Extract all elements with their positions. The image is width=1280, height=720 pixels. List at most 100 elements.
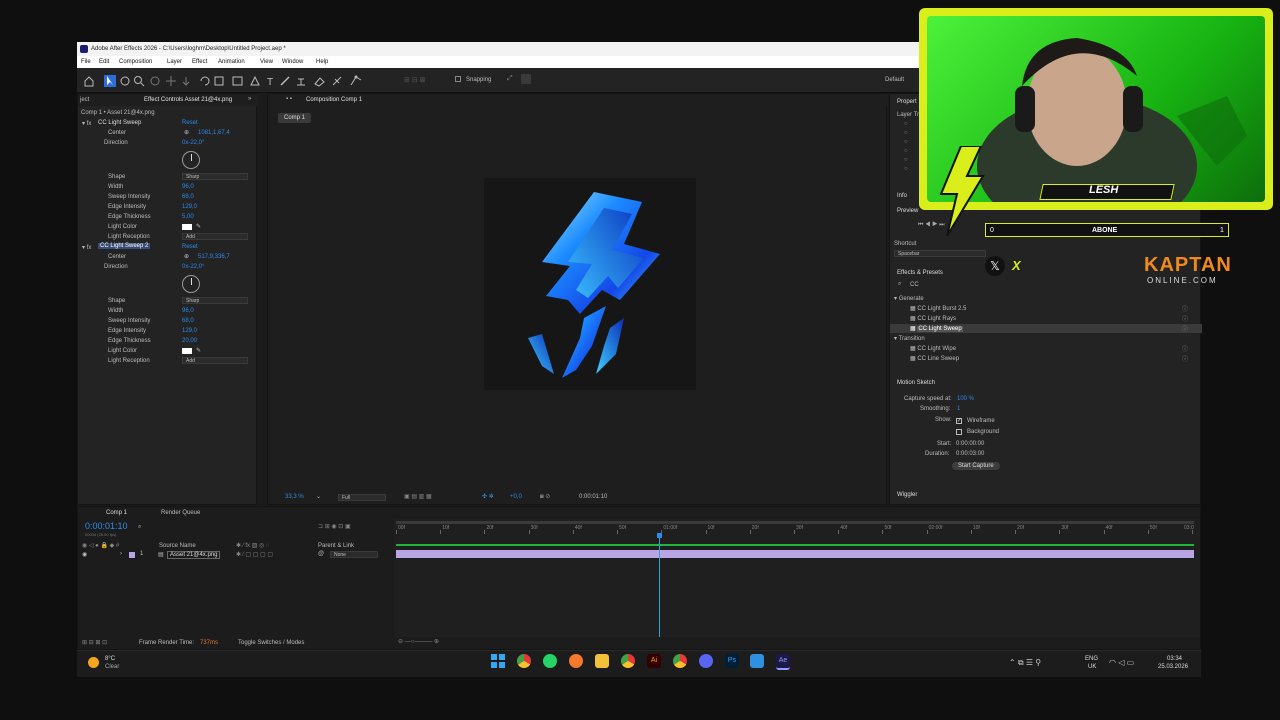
home-icon[interactable] — [84, 76, 94, 87]
layer-label-color[interactable] — [129, 552, 135, 558]
menu-edit[interactable]: Edit — [99, 59, 109, 65]
wiggler-header[interactable]: Wiggler — [897, 492, 917, 498]
effect-name[interactable]: CC Light Sweep — [98, 120, 141, 126]
color-channel-icon[interactable]: ✣ ✲ — [482, 493, 494, 500]
group-generate[interactable]: ▾ Generate — [894, 295, 924, 302]
eyedropper-icon[interactable]: ✎ — [196, 223, 201, 230]
zoom-chevron-icon[interactable]: ⌄ — [316, 493, 321, 500]
clock-date[interactable]: 25.03.2026 — [1158, 664, 1188, 670]
motion-sketch-header[interactable]: Motion Sketch — [897, 380, 935, 386]
properties-header[interactable]: Propert — [897, 99, 917, 105]
timeline-area[interactable]: 00f 10f 20f 30f 40f 50f 01:00f 10f 20f 30f 40f 50f 0… — [394, 519, 1200, 637]
footer-toggle-icons[interactable]: ⊞ ⊟ ⊠ ⊡ — [82, 639, 107, 646]
zoom-value[interactable]: 33,3 % — [285, 494, 304, 500]
param-sweep-intensity-value[interactable]: 68,0 — [182, 194, 194, 200]
time-ruler[interactable]: 00f 10f 20f 30f 40f 50f 01:00f 10f 20f 30f 40f 50f 0… — [394, 525, 1200, 537]
work-area-range[interactable] — [396, 544, 1194, 546]
tab-comp-1[interactable]: Comp 1 — [106, 510, 127, 516]
light-color-swatch[interactable] — [182, 224, 192, 230]
shape-dropdown[interactable]: Sharp — [182, 173, 248, 180]
after-effects-task-icon[interactable]: Ae — [776, 654, 790, 670]
col-source-name[interactable]: Source Name — [159, 543, 196, 549]
property-stopwatch-icons[interactable]: ○ ○ ○ ○ ○ ○ — [904, 120, 908, 174]
param-center-value[interactable]: 1081,1,67,4 — [198, 130, 230, 136]
menu-file[interactable]: File — [81, 59, 91, 65]
clock-time[interactable]: 03:34 — [1167, 656, 1182, 662]
align-icons[interactable]: ⊞ ⊟ ⊠ — [404, 76, 444, 84]
language-2[interactable]: UK — [1088, 664, 1096, 670]
effects-presets-header[interactable]: Effects & Presets — [897, 270, 943, 276]
snapping-checkbox[interactable] — [455, 76, 461, 82]
reset-link[interactable]: Reset — [182, 244, 198, 250]
exposure-value[interactable]: +0,0 — [510, 494, 522, 500]
network-volume-icons[interactable]: ◠ ◁ ▭ — [1109, 658, 1134, 667]
light-reception-dropdown[interactable]: Add — [182, 233, 248, 240]
param-edge-intensity-value[interactable]: 129,0 — [182, 204, 197, 210]
tab-project[interactable]: ject — [80, 97, 89, 103]
layer-name[interactable]: Asset 21@4x.png — [167, 551, 221, 559]
snapshot-icon[interactable]: ◙ ⊘ — [540, 493, 550, 500]
shortcut-dropdown[interactable]: Spacebar — [894, 250, 986, 257]
smoothing-value[interactable]: 1 — [957, 406, 960, 412]
text-tool-icon[interactable]: T — [267, 77, 273, 87]
menu-view[interactable]: View — [260, 59, 273, 65]
pen-tool-icon[interactable] — [250, 75, 260, 86]
menu-layer[interactable]: Layer — [167, 59, 182, 65]
rectangle-tool-icon[interactable] — [232, 76, 243, 86]
eraser-tool-icon[interactable] — [314, 77, 325, 87]
clone-stamp-tool-icon[interactable] — [297, 78, 305, 86]
preset-item[interactable]: ▦ CC Light Burst 2.5 — [910, 305, 966, 312]
illustrator-icon[interactable]: Ai — [647, 654, 661, 668]
param-direction-value[interactable]: 0x-22,0° — [182, 264, 204, 270]
chrome-alt-icon[interactable] — [673, 654, 687, 668]
info-icons[interactable]: ⓘ ⓘ ⓘ ⓘ ⓘ — [1182, 305, 1188, 365]
snap-box-icon[interactable] — [521, 74, 531, 84]
brush-tool-icon[interactable] — [280, 76, 290, 86]
playhead[interactable] — [658, 535, 660, 637]
panel-menu-icon[interactable]: » — [248, 96, 251, 102]
param-center-value[interactable]: 517,9,336,7 — [198, 254, 230, 260]
tray-icons[interactable]: ⌃ ⧉ ☰ ⚲ — [1009, 658, 1041, 668]
capture-speed-value[interactable]: 100 % — [957, 396, 974, 402]
reset-link[interactable]: Reset — [182, 120, 198, 126]
fx-toggle-icon[interactable]: ▾ fx — [82, 120, 91, 127]
photoshop-icon[interactable]: Ps — [725, 654, 739, 668]
tab-render-queue[interactable]: Render Queue — [161, 510, 200, 516]
chrome-icon[interactable] — [517, 654, 531, 668]
shape-dropdown[interactable]: Sharp — [182, 297, 248, 304]
start-capture-button[interactable]: Start Capture — [952, 462, 1000, 470]
fx-toggle-icon[interactable]: ▾ fx — [82, 244, 91, 251]
windows-start-icon[interactable] — [491, 654, 505, 668]
menu-composition[interactable]: Composition — [119, 59, 152, 65]
param-edge-intensity-value[interactable]: 129,0 — [182, 328, 197, 334]
param-sweep-intensity-value[interactable]: 68,0 — [182, 318, 194, 324]
comp-canvas[interactable] — [484, 178, 696, 390]
file-explorer-icon[interactable] — [595, 654, 609, 668]
puppet-tool-icon[interactable] — [350, 75, 362, 86]
crosshair-icon[interactable]: ⊕ — [184, 129, 189, 136]
move-tool-icon[interactable] — [166, 76, 176, 86]
param-width-value[interactable]: 96,0 — [182, 308, 194, 314]
menu-animation[interactable]: Animation — [218, 59, 245, 65]
workspace-default[interactable]: Default — [885, 77, 904, 83]
timeline-switch-icons[interactable]: ⊐ ⊞ ◉ ⊡ ▣ — [318, 523, 351, 530]
chrome-profile-icon[interactable] — [621, 654, 635, 668]
roto-brush-tool-icon[interactable] — [332, 76, 342, 86]
menu-help[interactable]: Help — [316, 59, 328, 65]
direction-dial[interactable] — [182, 275, 200, 293]
light-reception-dropdown[interactable]: Add — [182, 357, 248, 364]
resolution-dropdown[interactable]: Full — [338, 494, 386, 501]
hand-tool-icon[interactable] — [120, 76, 130, 86]
crosshair-icon[interactable]: ⊕ — [184, 253, 189, 260]
paint-icon[interactable] — [750, 654, 764, 668]
preset-item[interactable]: ▦ CC Light Rays — [910, 315, 956, 322]
info-header[interactable]: Info — [897, 193, 907, 199]
comp-timecode[interactable]: 0:00:01:10 — [579, 494, 607, 500]
selection-tool-icon[interactable] — [104, 75, 116, 87]
layer-expand-icon[interactable]: › — [120, 551, 122, 557]
effect-name[interactable]: CC Light Sweep 2 — [98, 243, 151, 249]
param-direction-value[interactable]: 0x-22,0° — [182, 140, 204, 146]
zoom-tool-icon[interactable] — [134, 76, 145, 87]
work-area-bar[interactable] — [396, 521, 1194, 524]
comp-chip[interactable]: Comp 1 — [278, 113, 312, 123]
